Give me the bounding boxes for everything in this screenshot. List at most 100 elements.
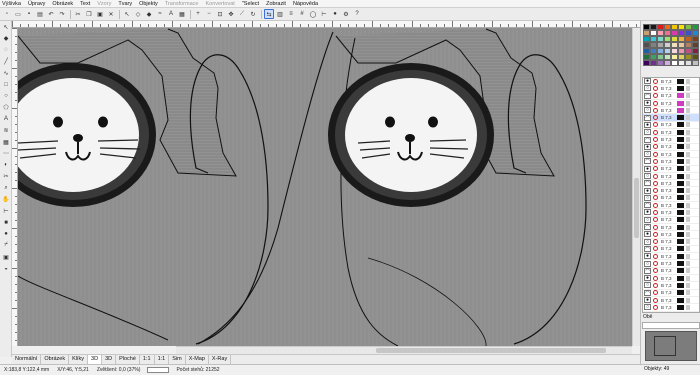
object-list-row[interactable]: ● B 7,3 <box>643 209 699 217</box>
visibility-icon[interactable] <box>653 137 658 143</box>
text-tool-icon[interactable]: A <box>1 114 11 124</box>
visibility-icon[interactable] <box>653 304 658 310</box>
object-list-row[interactable]: ○ B 7,3 <box>643 85 699 93</box>
delete-icon[interactable]: ✕ <box>106 9 116 19</box>
menu-item-2[interactable]: Obrázek <box>52 0 73 8</box>
visibility-icon[interactable] <box>653 158 658 164</box>
print-icon[interactable]: ▤ <box>35 9 45 19</box>
text-icon[interactable]: A <box>166 9 176 19</box>
horizontal-scrollbar[interactable] <box>176 346 632 354</box>
shape-icon[interactable]: ◇ <box>133 9 143 19</box>
visibility-icon[interactable] <box>653 268 658 274</box>
menu-item-3[interactable]: Text <box>80 0 90 8</box>
palette-swatch[interactable] <box>671 60 678 66</box>
visibility-icon[interactable] <box>653 209 658 215</box>
settings-icon[interactable]: ⚙ <box>341 9 351 19</box>
visibility-icon[interactable] <box>653 282 658 288</box>
menu-item-5[interactable]: Tvary <box>118 0 132 8</box>
visibility-icon[interactable] <box>653 253 658 259</box>
menu-item-7[interactable]: Transformace <box>165 0 199 8</box>
pan-icon[interactable]: ✥ <box>226 9 236 19</box>
object-list-row[interactable]: ◠ B 7,3 <box>643 136 699 144</box>
menu-item-6[interactable]: Objekty <box>139 0 158 8</box>
object-list-row[interactable]: ○ B 7,3 <box>643 216 699 224</box>
ellipse-tool-icon[interactable]: ○ <box>1 91 11 101</box>
visibility-icon[interactable] <box>653 93 658 99</box>
object-list-row[interactable]: ◠ B 7,3 <box>643 158 699 166</box>
redo-icon[interactable]: ↷ <box>57 9 67 19</box>
object-list[interactable]: ● B 7,3 ○ B 7,3 ◠ B 7,3 ● B 7,3 ○ B 7,3 ◠ B 7,3 ● B 7… <box>642 77 700 313</box>
menu-item-8[interactable]: Konvertovat <box>205 0 234 8</box>
visibility-icon[interactable] <box>653 78 658 84</box>
color-icon[interactable]: ● <box>330 9 340 19</box>
visibility-icon[interactable] <box>653 246 658 252</box>
object-list-row[interactable]: ○ B 7,3 <box>643 151 699 159</box>
visibility-icon[interactable] <box>653 115 658 121</box>
view-tab-8[interactable]: Sim <box>169 355 186 364</box>
lock-tool-icon[interactable]: ▣ <box>1 252 11 262</box>
object-list-row[interactable]: ○ B 7,3 <box>643 129 699 137</box>
node-tool-icon[interactable]: ◆ <box>1 34 11 44</box>
visibility-icon[interactable] <box>653 122 658 128</box>
lasso-icon[interactable]: ◌ <box>1 45 11 55</box>
visibility-icon[interactable] <box>653 231 658 237</box>
object-list-row[interactable]: ● B 7,3 <box>643 297 699 305</box>
object-name-field[interactable] <box>642 322 700 329</box>
menu-item-4[interactable]: Vzory <box>97 0 111 8</box>
undo-icon[interactable]: ↶ <box>46 9 56 19</box>
navigator-preview[interactable] <box>645 331 697 361</box>
visibility-icon[interactable] <box>653 100 658 106</box>
polygon-tool-icon[interactable]: ⬠ <box>1 103 11 113</box>
view-tab-0[interactable]: Normální <box>12 355 42 364</box>
object-list-row[interactable]: ● B 7,3 <box>643 121 699 130</box>
help-icon[interactable]: ? <box>352 9 362 19</box>
object-list-row[interactable]: ○ B 7,3 <box>643 304 699 312</box>
palette-swatch[interactable] <box>657 60 664 66</box>
visibility-icon[interactable] <box>653 290 658 296</box>
hoop-icon[interactable]: ◯ <box>308 9 318 19</box>
new-icon[interactable]: ▫ <box>2 9 12 19</box>
visibility-icon[interactable] <box>653 224 658 230</box>
object-list-row[interactable]: ◠ B 7,3 <box>643 245 699 254</box>
satin-tool-icon[interactable]: ≋ <box>1 126 11 136</box>
running-stitch-icon[interactable]: ⋯ <box>1 149 11 159</box>
stitch-icon[interactable]: ≈ <box>155 9 165 19</box>
menu-item-11[interactable]: Nápověda <box>293 0 318 8</box>
cut-icon[interactable]: ✂ <box>73 9 83 19</box>
object-list-row[interactable]: ● B 7,3 <box>643 275 699 283</box>
object-list-row[interactable]: ◠ B 7,3 <box>643 267 699 276</box>
rect-tool-icon[interactable]: □ <box>1 80 11 90</box>
group-icon[interactable]: ▥ <box>275 9 285 19</box>
zoom-tool-icon[interactable]: ⌕ <box>1 183 11 193</box>
align-icon[interactable]: ≡ <box>286 9 296 19</box>
view-tab-3[interactable]: 3D <box>88 355 103 364</box>
copy-icon[interactable]: ❐ <box>84 9 94 19</box>
object-list-row[interactable]: ○ B 7,3 <box>643 173 699 181</box>
visibility-icon[interactable] <box>653 261 658 267</box>
object-list-row[interactable]: ○ B 7,3 <box>643 260 699 268</box>
view-tab-6[interactable]: 1:1 <box>140 355 155 364</box>
horizontal-scroll-thumb[interactable] <box>376 348 606 353</box>
applique-icon[interactable]: ◐ <box>1 160 11 170</box>
line-tool-icon[interactable]: ╱ <box>1 57 11 67</box>
object-list-row[interactable]: ○ B 7,3 <box>643 282 699 290</box>
zoom-fit-icon[interactable]: ⊡ <box>215 9 225 19</box>
visibility-icon[interactable] <box>653 129 658 135</box>
measure-tool-icon[interactable]: ⊢ <box>1 206 11 216</box>
fill-icon[interactable]: ▦ <box>177 9 187 19</box>
object-list-row[interactable]: ● B 7,3 <box>643 253 699 261</box>
object-list-row[interactable]: ◠ B 7,3 <box>643 202 699 210</box>
design-canvas[interactable] <box>18 28 632 346</box>
object-list-row[interactable]: ◠ B 7,3 <box>643 180 699 188</box>
paste-icon[interactable]: ▣ <box>95 9 105 19</box>
visibility-icon[interactable] <box>653 188 658 194</box>
select-icon[interactable]: ↖ <box>122 9 132 19</box>
visibility-icon[interactable] <box>653 107 658 113</box>
palette-swatch[interactable] <box>692 60 699 66</box>
fill-tool-icon[interactable]: ▦ <box>1 137 11 147</box>
trim-tool-icon[interactable]: ⌿ <box>1 241 11 251</box>
object-list-row[interactable]: ◠ B 7,3 <box>643 224 699 232</box>
object-list-row[interactable]: ● B 7,3 <box>643 165 699 173</box>
palette-swatch[interactable] <box>650 60 657 66</box>
visibility-icon[interactable] <box>653 173 658 179</box>
